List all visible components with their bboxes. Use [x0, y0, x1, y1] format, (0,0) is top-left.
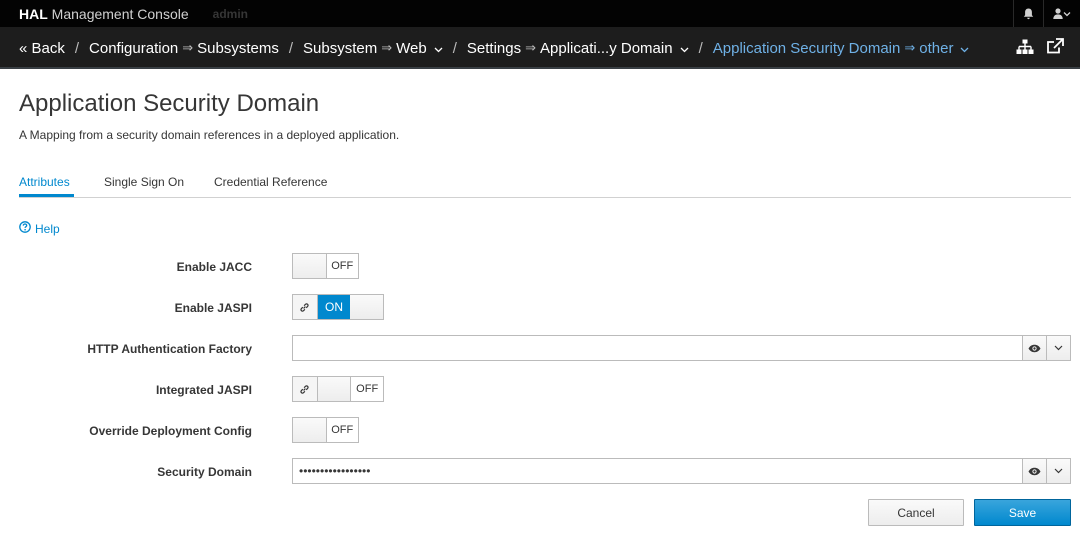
switch-handle	[293, 254, 327, 278]
override-deployment-config-switch[interactable]: OFF	[292, 417, 359, 443]
chevron-down-icon	[680, 40, 689, 57]
help-label: Help	[35, 221, 60, 236]
masthead: HAL Management Console admin	[0, 0, 1080, 27]
security-domain-input[interactable]	[293, 459, 1022, 483]
breadcrumb-item-settings[interactable]: Settings ⇒ Applicati...y Domain	[467, 40, 689, 57]
user-icon	[1053, 8, 1063, 19]
integrated-jaspi-switch[interactable]: OFF	[292, 376, 384, 402]
switch-handle	[293, 418, 327, 442]
save-button[interactable]: Save	[974, 499, 1071, 526]
breadcrumb-separator: /	[74, 39, 80, 57]
enable-jacc-switch[interactable]: OFF	[292, 253, 359, 279]
breadcrumb: « Back / Configuration ⇒ Subsystems / Subs…	[19, 27, 969, 69]
question-circle-icon	[19, 221, 31, 236]
override-deployment-config-label: Override Deployment Config	[89, 424, 252, 438]
switch-handle	[317, 377, 352, 401]
chevron-down-icon	[1063, 11, 1071, 17]
page-description: A Mapping from a security domain referen…	[19, 128, 400, 142]
link-icon[interactable]	[293, 295, 318, 319]
user-menu[interactable]: admin	[213, 0, 1080, 27]
switch-state: OFF	[331, 260, 354, 272]
http-authentication-factory-input[interactable]	[293, 336, 1022, 360]
eye-icon[interactable]	[1022, 336, 1046, 360]
security-domain-label: Security Domain	[157, 465, 252, 479]
enable-jaspi-label: Enable JASPI	[174, 301, 252, 315]
cancel-button[interactable]: Cancel	[868, 499, 964, 526]
tab-bar: Attributes Single Sign On Credential Ref…	[19, 164, 1071, 198]
tab-single-sign-on[interactable]: Single Sign On	[104, 175, 184, 189]
eye-icon[interactable]	[1022, 459, 1046, 483]
switch-handle	[350, 295, 384, 319]
chevron-down-icon[interactable]	[1046, 459, 1070, 483]
breadcrumb-separator: /	[288, 39, 294, 57]
switch-state: OFF	[356, 383, 379, 395]
external-link-icon[interactable]	[1046, 38, 1064, 58]
tab-attributes[interactable]: Attributes	[19, 175, 70, 189]
chevron-down-icon	[960, 40, 969, 57]
switch-state: OFF	[331, 424, 354, 436]
breadcrumb-separator: /	[452, 39, 457, 57]
help-link[interactable]: Help	[19, 221, 60, 236]
page-title: Application Security Domain	[19, 90, 320, 117]
http-authentication-factory-field	[292, 335, 1071, 361]
breadcrumb-item-current[interactable]: Application Security Domain ⇒ other	[713, 40, 970, 57]
chevron-down-icon	[434, 40, 443, 57]
enable-jacc-label: Enable JACC	[176, 260, 252, 274]
http-authentication-factory-label: HTTP Authentication Factory	[87, 342, 252, 356]
breadcrumb-separator: /	[698, 39, 703, 57]
bell-icon	[1023, 8, 1034, 20]
active-tab-indicator	[19, 194, 74, 197]
tab-credential-reference[interactable]: Credential Reference	[214, 175, 327, 189]
sitemap-icon[interactable]	[1016, 39, 1034, 58]
chevron-down-icon[interactable]	[1046, 336, 1070, 360]
back-link[interactable]: « Back	[19, 40, 65, 57]
switch-state: ON	[317, 295, 351, 319]
notifications-button[interactable]	[1013, 0, 1043, 27]
breadcrumb-item-subsystem[interactable]: Subsystem ⇒ Web	[303, 40, 443, 57]
user-name: admin	[212, 6, 248, 21]
enable-jaspi-switch[interactable]: ON	[292, 294, 384, 320]
integrated-jaspi-label: Integrated JASPI	[155, 383, 252, 397]
link-icon[interactable]	[293, 377, 318, 401]
breadcrumb-item-configuration[interactable]: Configuration ⇒ Subsystems	[89, 40, 279, 57]
breadcrumb-bar: « Back / Configuration ⇒ Subsystems / Subs…	[0, 27, 1080, 69]
brand[interactable]: HAL Management Console	[19, 6, 189, 22]
security-domain-field	[292, 458, 1071, 484]
